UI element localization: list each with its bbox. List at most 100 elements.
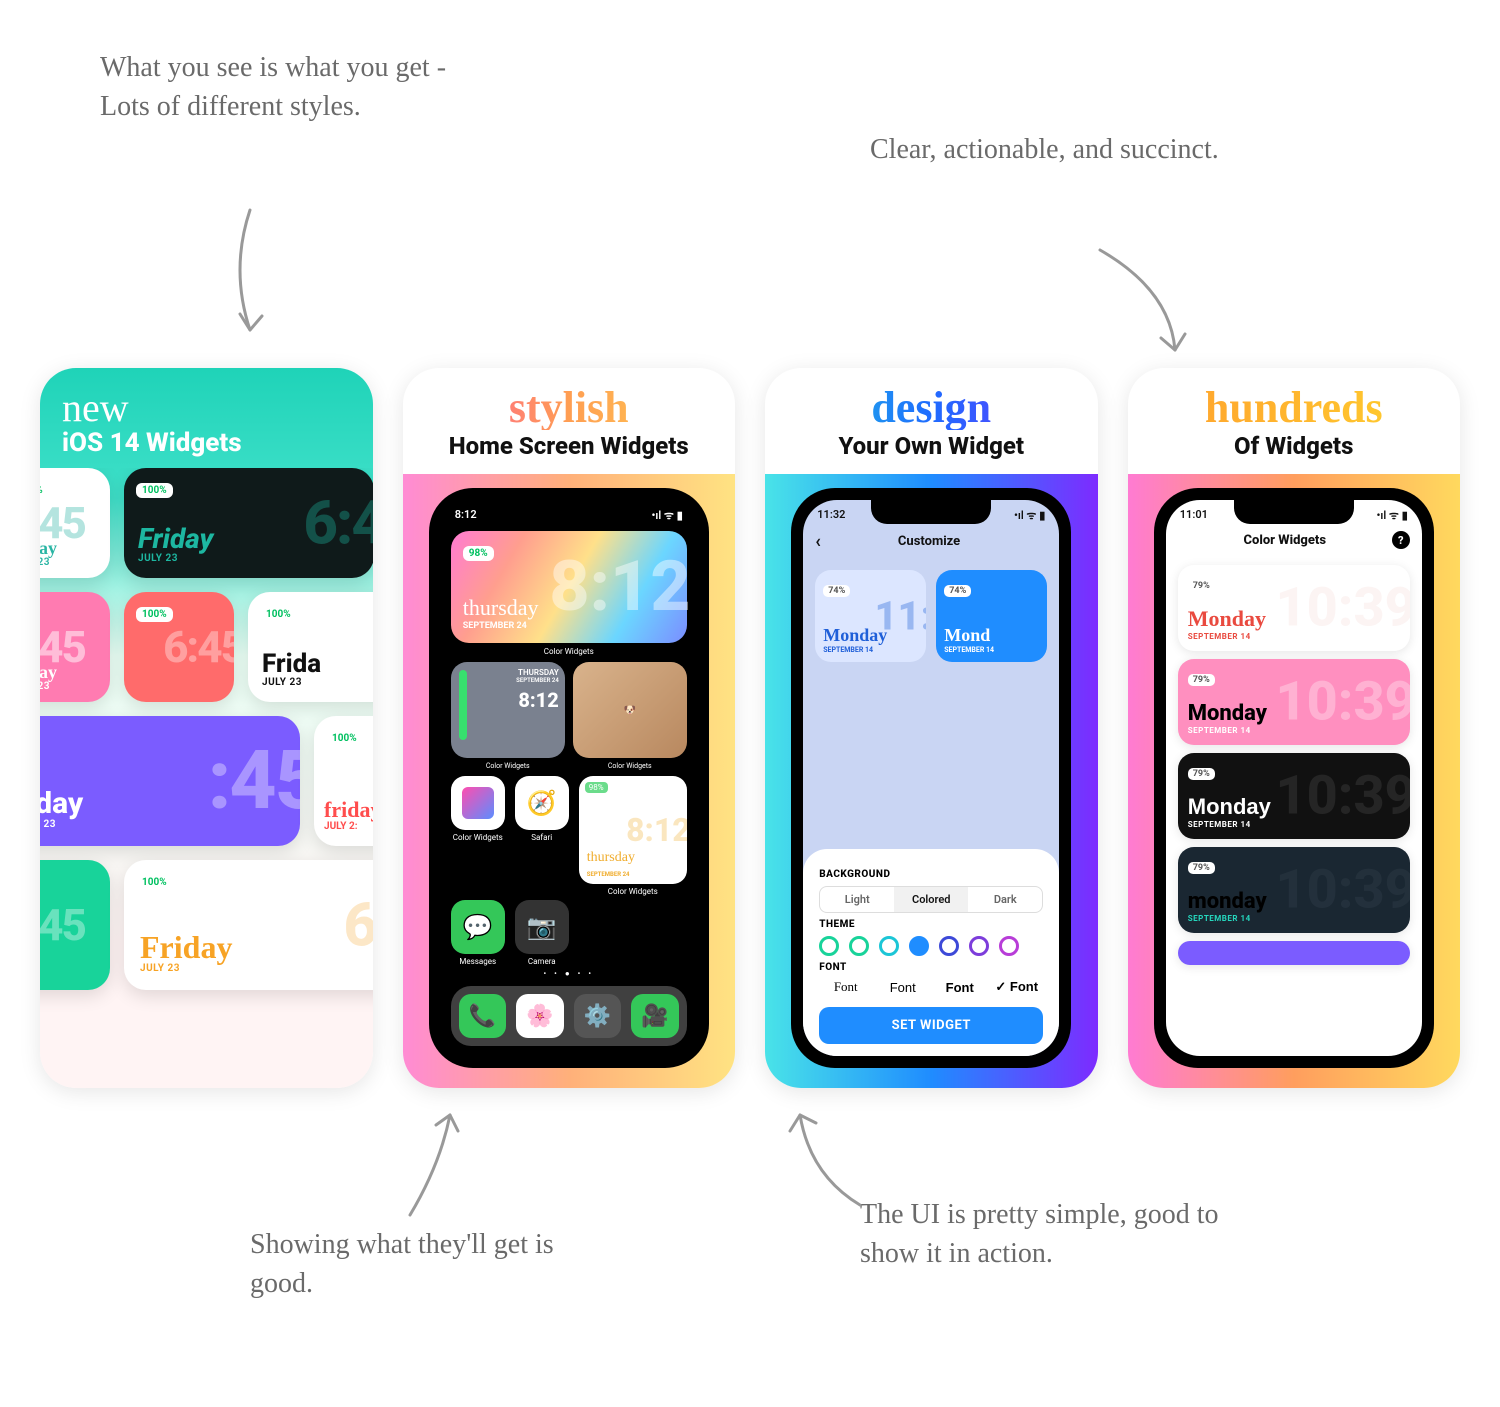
- card4-sub: Of Widgets: [1128, 432, 1461, 460]
- date: JULY 23: [40, 681, 57, 692]
- time-bg: :45: [208, 733, 300, 829]
- date: SEPTEMBER 14: [1188, 632, 1266, 641]
- battery-badge: 74%: [823, 585, 850, 597]
- status-icons: •ıl ᯤ ▮: [651, 508, 682, 523]
- theme-dot[interactable]: [819, 936, 839, 956]
- card3-script: design: [765, 386, 1098, 430]
- time-bg: 8:12: [626, 811, 687, 849]
- theme-dot[interactable]: [999, 936, 1019, 956]
- bg-label: BACKGROUND: [819, 869, 1043, 880]
- dock-phone-icon[interactable]: 📞: [459, 994, 507, 1038]
- day: thursday: [463, 595, 539, 621]
- app-label: Color Widgets: [451, 833, 505, 842]
- font-options: Font Font Font Font: [819, 979, 1043, 995]
- day: Friday: [138, 525, 213, 553]
- bg-option-colored[interactable]: Colored: [894, 887, 968, 912]
- theme-dot[interactable]: [939, 936, 959, 956]
- arrow-top-right-icon: [1080, 240, 1200, 370]
- widget-list-item[interactable]: 79% 10:39 mondaySEPTEMBER 14: [1178, 847, 1410, 933]
- screenshot-card-4: hundreds Of Widgets 11:01 •ıl ᯤ ▮ Color …: [1128, 368, 1461, 1088]
- card1-collage: 100% 6:45 friday JULY 23 100% 6:4 Friday…: [40, 468, 373, 1088]
- battery-badge: 98%: [585, 782, 608, 793]
- font-option-selected[interactable]: Font: [990, 979, 1043, 995]
- battery-badge: 100%: [136, 875, 173, 890]
- arrow-bottom-right-icon: [770, 1105, 890, 1215]
- day: friday: [324, 799, 373, 821]
- phone-frame: 11:32 •ıl ᯤ ▮ ‹ Customize 74% 11: Monday: [791, 488, 1071, 1068]
- theme-dot[interactable]: [849, 936, 869, 956]
- phone-frame: 8:12 •ıl ᯤ ▮ 98% 8:12 thursday SEPTEMBER…: [429, 488, 709, 1068]
- battery-badge: 98%: [463, 546, 494, 561]
- app-icon[interactable]: 💬Messages: [451, 900, 505, 966]
- battery-badge: 79%: [1188, 768, 1215, 780]
- date: SEPTEMBER 24: [463, 621, 539, 631]
- date: SEPTEMBER 14: [1188, 914, 1267, 923]
- screenshot-card-1: new iOS 14 Widgets 100% 6:45 friday JULY…: [40, 368, 373, 1088]
- screen-title: Customize: [811, 534, 1047, 549]
- date: SEPTEMBER 14: [823, 646, 887, 654]
- day: Friday: [140, 931, 232, 963]
- app-icon[interactable]: 🧭 Safari: [515, 776, 569, 896]
- day: Monday: [1188, 606, 1266, 632]
- font-option[interactable]: Font: [819, 979, 872, 995]
- app-icon[interactable]: Color Widgets: [451, 776, 505, 896]
- arrow-bottom-left-icon: [380, 1105, 500, 1225]
- day: Mond: [944, 625, 994, 646]
- card1-sub: iOS 14 Widgets: [62, 428, 351, 458]
- widget-list-item[interactable]: [1178, 941, 1410, 965]
- theme-dot[interactable]: [879, 936, 899, 956]
- annotation-top-right: Clear, actionable, and succinct.: [870, 130, 1230, 169]
- battery-badge: 100%: [260, 607, 297, 622]
- date: SEPTEMBER 14: [1188, 820, 1271, 829]
- card1-header: new iOS 14 Widgets: [40, 368, 373, 468]
- widget-list-item[interactable]: 79%10:39MondaySEPTEMBER 14: [1178, 659, 1410, 745]
- date: SEPTEMBER 14: [944, 646, 994, 654]
- theme-dots: [819, 936, 1043, 956]
- mini-time: 8:12: [516, 688, 559, 712]
- widget-label: Color Widgets: [441, 647, 697, 656]
- screenshot-card-2: stylish Home Screen Widgets 8:12 •ıl ᯤ ▮…: [403, 368, 736, 1088]
- date: SEPTEMBER 24: [587, 871, 630, 878]
- app-icon[interactable]: 📷Camera: [515, 900, 569, 966]
- theme-dot[interactable]: [969, 936, 989, 956]
- time-bg: 10:39: [1275, 859, 1409, 922]
- app-label: Messages: [451, 957, 505, 966]
- annotation-bottom-right: The UI is pretty simple, good to show it…: [860, 1195, 1250, 1273]
- phone-frame: 11:01 •ıl ᯤ ▮ Color Widgets ? 79%10:39Mo…: [1154, 488, 1434, 1068]
- bg-option-dark[interactable]: Dark: [968, 887, 1042, 912]
- time-bg: 6:4: [343, 890, 372, 961]
- status-icons: •ıl ᯤ ▮: [1014, 508, 1045, 523]
- bg-segment[interactable]: Light Colored Dark: [819, 886, 1043, 913]
- help-button[interactable]: ?: [1392, 531, 1410, 549]
- status-icons: •ıl ᯤ ▮: [1376, 508, 1407, 523]
- font-option[interactable]: Font: [933, 980, 986, 995]
- battery-bar: [459, 670, 467, 740]
- widget-preview-light[interactable]: 74% 11: Monday SEPTEMBER 14: [815, 570, 926, 662]
- mini-day: THURSDAY: [516, 668, 559, 677]
- day: monday: [1188, 889, 1267, 914]
- widget-list-item[interactable]: 79%10:39MondaySEPTEMBER 14: [1178, 753, 1410, 839]
- font-option[interactable]: Font: [876, 980, 929, 995]
- dock-photos-icon[interactable]: 🌸: [516, 994, 564, 1038]
- page-dots: • • ● • •: [441, 969, 697, 978]
- set-widget-button[interactable]: SET WIDGET: [819, 1007, 1043, 1044]
- dock-settings-icon[interactable]: ⚙️: [574, 994, 622, 1038]
- time-bg: 6:4: [303, 488, 372, 559]
- annotation-bottom-left: Showing what they'll get is good.: [250, 1225, 610, 1303]
- card2-script: stylish: [403, 386, 736, 430]
- card1-script: new: [62, 388, 351, 428]
- widget-list-item[interactable]: 79%10:39MondaySEPTEMBER 14: [1178, 565, 1410, 651]
- dock-facetime-icon[interactable]: 🎥: [631, 994, 679, 1038]
- widget-preview-colored[interactable]: 74% Mond SEPTEMBER 14: [936, 570, 1047, 662]
- status-time: 11:01: [1180, 508, 1208, 523]
- small-widget[interactable]: 98% 8:12 thursday SEPTEMBER 24 Color Wid…: [579, 776, 687, 896]
- bg-option-light[interactable]: Light: [820, 887, 894, 912]
- big-widget: 98% 8:12 thursday SEPTEMBER 24: [451, 531, 687, 643]
- battery-badge: 79%: [1188, 862, 1215, 874]
- date: JULY 23: [40, 557, 57, 568]
- day: Monday: [1188, 794, 1271, 820]
- day: thursday: [587, 850, 635, 866]
- customize-panel: BACKGROUND Light Colored Dark THEME FONT…: [803, 849, 1059, 1056]
- theme-dot[interactable]: [909, 936, 929, 956]
- widget-list: 79%10:39MondaySEPTEMBER 1479%10:39Monday…: [1166, 565, 1422, 965]
